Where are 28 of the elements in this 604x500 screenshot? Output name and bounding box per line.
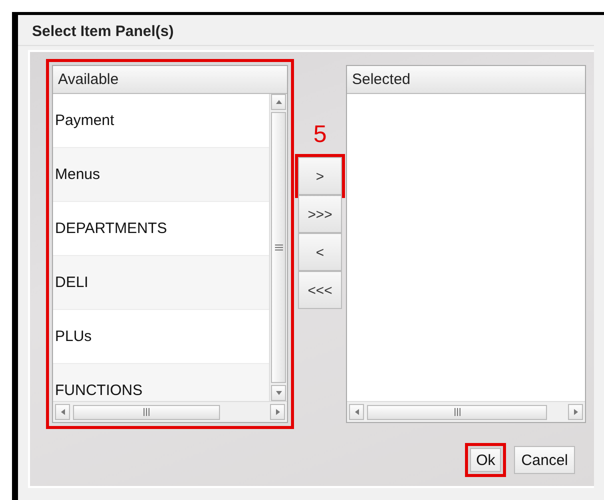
move-button[interactable]: > xyxy=(298,157,342,195)
left-arrow-icon[interactable] xyxy=(58,408,66,416)
down-arrow-icon[interactable] xyxy=(274,389,282,397)
grip-icon xyxy=(143,408,150,416)
cancel-button[interactable]: Cancel xyxy=(514,446,575,474)
vertical-scrollbar[interactable] xyxy=(269,94,287,401)
list-item[interactable]: DELI xyxy=(53,256,269,310)
list-item[interactable]: FUNCTIONS xyxy=(53,364,269,401)
dialog-title: Select Item Panel(s) xyxy=(18,15,594,46)
horizontal-scrollbar[interactable] xyxy=(347,401,585,422)
list-item[interactable]: Menus xyxy=(53,148,269,202)
move-button[interactable]: <<< xyxy=(298,271,342,309)
up-arrow-icon[interactable] xyxy=(274,98,282,106)
horizontal-scrollbar[interactable] xyxy=(53,401,287,422)
scrollbar-thumb[interactable] xyxy=(73,404,220,420)
grip-icon xyxy=(454,408,460,416)
list-header: Available xyxy=(53,66,287,94)
scrollbar-thumb[interactable] xyxy=(271,112,286,383)
scrollbar-thumb[interactable] xyxy=(367,404,547,420)
right-arrow-icon[interactable] xyxy=(274,408,282,416)
right-arrow-icon[interactable] xyxy=(572,408,580,416)
list-header: Selected xyxy=(347,66,585,94)
grip-icon xyxy=(274,244,282,251)
move-button[interactable]: < xyxy=(298,233,342,271)
ok-button[interactable]: Ok xyxy=(465,443,506,477)
step-number: 5 xyxy=(313,121,327,150)
move-button[interactable]: >>> xyxy=(298,195,342,233)
left-arrow-icon[interactable] xyxy=(352,408,360,416)
